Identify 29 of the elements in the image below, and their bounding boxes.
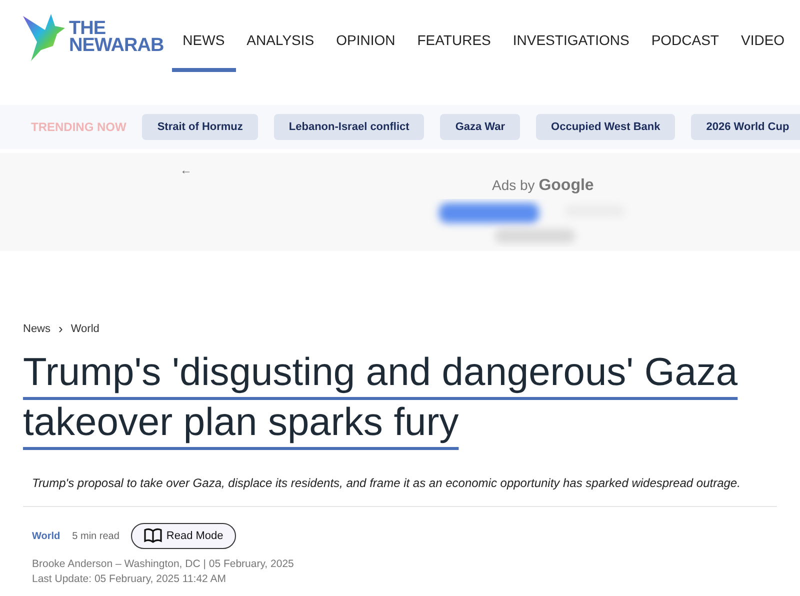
ads-label: Ads by Google: [492, 177, 594, 195]
read-mode-button[interactable]: Read Mode: [131, 523, 236, 549]
nav-link[interactable]: NEWS: [172, 32, 236, 72]
nav-link[interactable]: VIDEO: [730, 32, 796, 72]
category-link[interactable]: World: [32, 530, 60, 542]
nav-link[interactable]: FEATURES: [406, 32, 502, 72]
nav-link[interactable]: OPINION: [325, 32, 406, 72]
topic-tag[interactable]: 2026 World Cup: [691, 114, 800, 140]
nav-link[interactable]: INVESTIGATIONS: [502, 32, 640, 72]
topic-tag[interactable]: Strait of Hormuz: [142, 114, 258, 140]
breadcrumb-link[interactable]: World: [70, 322, 100, 334]
back-arrow[interactable]: ←: [180, 163, 192, 177]
bird-logo-icon: [23, 12, 67, 62]
book-icon: [144, 528, 162, 544]
trending-label: TRENDING NOW: [31, 120, 126, 134]
article-summary: Trump's proposal to take over Gaza, displace its residents, and frame it as an economic opportunity has sparked widespread outrage.: [32, 476, 742, 490]
topic-tag[interactable]: Occupied West Bank: [536, 114, 676, 140]
breadcrumb-link[interactable]: News: [23, 322, 51, 334]
byline: Brooke Anderson – Washington, DC | 05 February, 2025: [32, 557, 295, 572]
breadcrumb-separator: ›: [58, 321, 63, 336]
read-time: 5 min read: [72, 530, 120, 542]
topic-tag[interactable]: Lebanon-Israel conflict: [274, 114, 424, 140]
topic-tag[interactable]: Gaza War: [440, 114, 520, 140]
nav-link[interactable]: ANALYSIS: [236, 32, 326, 72]
article-headline: Trump's 'disgusting and dangerous' Gaza takeover plan sparks fury: [23, 350, 739, 446]
nav-link[interactable]: PODCAST: [640, 32, 730, 72]
logo-text: THE: [69, 20, 106, 37]
logo-text: NEWARAB: [69, 37, 164, 54]
last-update: Last Update: 05 February, 2025 11:42 AM: [32, 572, 227, 587]
